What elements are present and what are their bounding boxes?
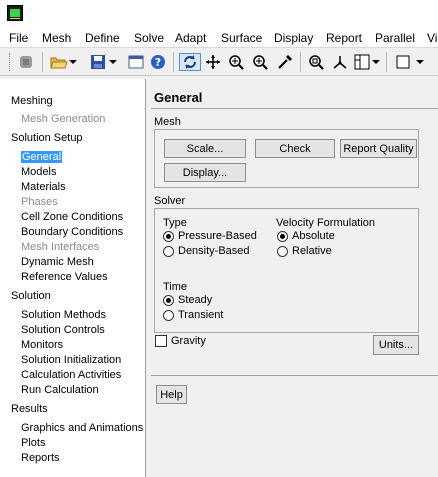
absolute-label: Absolute xyxy=(292,230,335,242)
display-button[interactable]: Display... xyxy=(164,163,246,182)
gravity-checkbox[interactable] xyxy=(155,335,167,347)
window-icon[interactable] xyxy=(127,53,145,71)
zoom-icon[interactable] xyxy=(251,53,269,71)
save-icon[interactable] xyxy=(90,53,106,71)
scale-button[interactable]: Scale... xyxy=(164,139,246,158)
mesh-group-label: Mesh xyxy=(154,116,181,128)
tree-item-reports[interactable]: Reports xyxy=(21,452,60,464)
tree-item-phases[interactable]: Phases xyxy=(21,196,58,208)
time-label: Time xyxy=(163,281,188,293)
tree-section-meshing[interactable]: Meshing xyxy=(11,95,53,107)
axes-icon[interactable] xyxy=(331,53,349,71)
rotate-icon[interactable] xyxy=(179,53,201,71)
menu-parallel[interactable]: Parallel xyxy=(375,31,415,45)
tree-item-solution-initialization[interactable]: Solution Initialization xyxy=(21,354,121,366)
toolbar-separator xyxy=(42,52,43,72)
tree-item-solution-methods[interactable]: Solution Methods xyxy=(21,309,106,321)
relative-radio[interactable] xyxy=(277,246,288,257)
tree-item-general[interactable]: General xyxy=(21,151,63,163)
general-task-panel: General Mesh Scale... Check Report Quali… xyxy=(147,79,438,477)
check-button[interactable]: Check xyxy=(255,139,335,158)
title-bar xyxy=(0,0,438,28)
tree-item-run-calculation[interactable]: Run Calculation xyxy=(21,384,99,396)
velocity-formulation-label: Velocity Formulation xyxy=(276,217,376,229)
help-button[interactable]: Help xyxy=(156,385,187,404)
help-icon[interactable]: ? xyxy=(149,53,167,71)
type-label: Type xyxy=(163,217,187,229)
menu-view[interactable]: Vi xyxy=(427,31,437,45)
tree-item-solution-controls[interactable]: Solution Controls xyxy=(21,324,105,336)
tree-item-models[interactable]: Models xyxy=(21,166,56,178)
solver-group-label: Solver xyxy=(154,195,186,207)
tree-item-materials[interactable]: Materials xyxy=(21,181,66,193)
density-based-radio[interactable] xyxy=(163,246,174,257)
menu-adapt[interactable]: Adapt xyxy=(175,31,206,45)
steady-label: Steady xyxy=(178,294,213,306)
steady-radio[interactable] xyxy=(163,295,174,306)
menu-solve[interactable]: Solve xyxy=(134,31,164,45)
menu-bar: File Mesh Define Solve Adapt Surface Dis… xyxy=(0,28,438,48)
tree-item-monitors[interactable]: Monitors xyxy=(21,339,63,351)
menu-display[interactable]: Display xyxy=(274,31,313,45)
layout-icon[interactable] xyxy=(353,53,371,71)
zoom-fit-icon[interactable] xyxy=(307,53,325,71)
window-icon[interactable] xyxy=(394,53,412,71)
tree-section-results[interactable]: Results xyxy=(11,403,48,415)
svg-text:?: ? xyxy=(155,56,161,69)
tree-item-cell-zone-conditions[interactable]: Cell Zone Conditions xyxy=(21,211,123,223)
menu-surface[interactable]: Surface xyxy=(221,31,262,45)
navigation-tree: Meshing Mesh Generation Solution Setup Gene… xyxy=(0,79,146,477)
tree-item-reference-values[interactable]: Reference Values xyxy=(21,271,108,283)
toolbar-separator xyxy=(386,52,387,72)
tree-item-calculation-activities[interactable]: Calculation Activities xyxy=(21,369,121,381)
gravity-label: Gravity xyxy=(171,335,206,347)
tree-item-mesh-interfaces[interactable]: Mesh Interfaces xyxy=(21,241,99,253)
mesh-group: Scale... Check Report Quality Display... xyxy=(154,129,419,188)
toolbar-separator xyxy=(300,52,301,72)
chevron-down-icon[interactable] xyxy=(416,53,424,71)
report-quality-button[interactable]: Report Quality xyxy=(340,139,417,158)
pressure-based-radio[interactable] xyxy=(163,231,174,242)
menu-mesh[interactable]: Mesh xyxy=(42,31,71,45)
transient-label: Transient xyxy=(178,309,224,321)
pressure-based-label: Pressure-Based xyxy=(178,230,257,242)
tree-section-solution-setup[interactable]: Solution Setup xyxy=(11,132,83,144)
chevron-down-icon[interactable] xyxy=(69,53,77,71)
chevron-down-icon[interactable] xyxy=(372,53,380,71)
transient-radio[interactable] xyxy=(163,310,174,321)
units-button[interactable]: Units... xyxy=(373,335,419,355)
absolute-radio[interactable] xyxy=(277,231,288,242)
pan-icon[interactable] xyxy=(204,53,222,71)
divider xyxy=(151,108,438,109)
menu-define[interactable]: Define xyxy=(85,31,120,45)
panel-title: General xyxy=(154,90,203,105)
tree-item-graphics-and-animations[interactable]: Graphics and Animations xyxy=(21,422,143,434)
toolbar-separator xyxy=(173,52,174,72)
tree-item-dynamic-mesh[interactable]: Dynamic Mesh xyxy=(21,256,94,268)
zoom-in-icon[interactable] xyxy=(227,53,245,71)
divider xyxy=(151,375,438,376)
solver-group: Type Pressure-Based Density-Based Veloci… xyxy=(154,208,419,333)
tree-item-boundary-conditions[interactable]: Boundary Conditions xyxy=(21,226,123,238)
toolbar: ? xyxy=(0,48,438,76)
toolbar-grip[interactable] xyxy=(9,53,11,71)
tree-item-mesh-generation[interactable]: Mesh Generation xyxy=(21,113,105,125)
tree-item-plots[interactable]: Plots xyxy=(21,437,45,449)
relative-label: Relative xyxy=(292,245,332,257)
chevron-down-icon[interactable] xyxy=(109,53,117,71)
read-case-icon[interactable] xyxy=(17,53,35,71)
menu-report[interactable]: Report xyxy=(326,31,362,45)
open-folder-icon[interactable] xyxy=(50,53,68,71)
tree-section-solution[interactable]: Solution xyxy=(11,290,51,302)
menu-file[interactable]: File xyxy=(9,31,28,45)
probe-icon[interactable] xyxy=(276,53,294,71)
fluent-app-icon xyxy=(7,5,23,21)
density-based-label: Density-Based xyxy=(178,245,250,257)
